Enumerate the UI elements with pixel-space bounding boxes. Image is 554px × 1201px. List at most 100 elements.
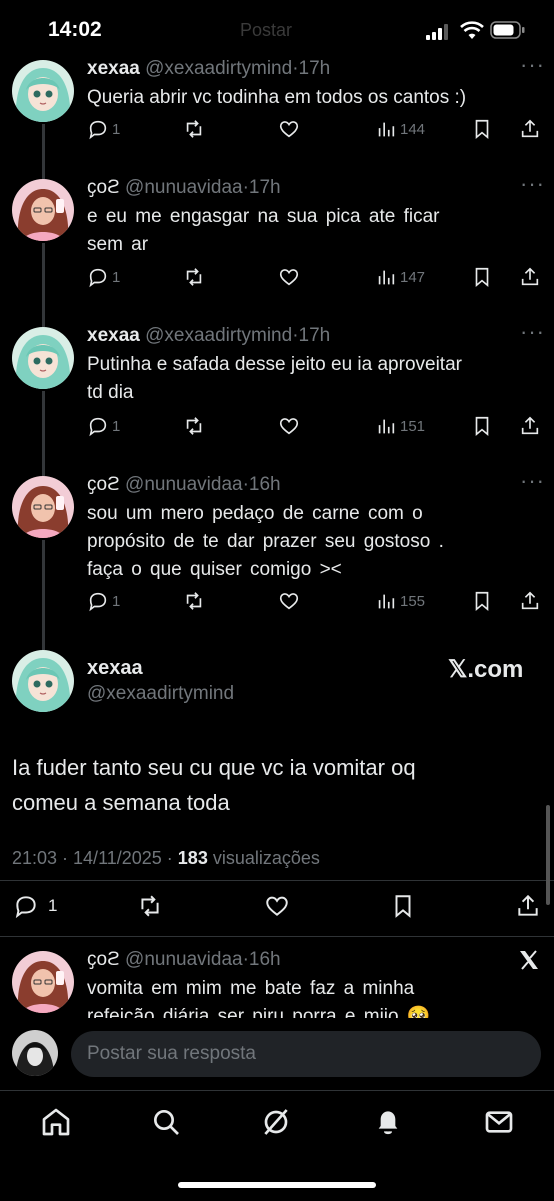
cellular-signal-icon <box>426 24 448 40</box>
avatar[interactable] <box>12 476 74 538</box>
author-name[interactable]: ҫoϩ <box>87 177 120 198</box>
tweet-header: xexaa @xexaadirtymind·17h <box>87 325 331 346</box>
share-icon[interactable] <box>515 893 541 919</box>
author-handle[interactable]: @nunuavidaa <box>125 474 243 495</box>
search-icon[interactable] <box>150 1106 182 1138</box>
more-options-icon[interactable]: ··· <box>520 319 545 345</box>
grok-icon[interactable] <box>260 1106 292 1138</box>
author-name[interactable]: xexaa <box>87 325 140 346</box>
x-brand-logo: 𝕏.com <box>448 656 524 683</box>
tweet-header: ҫoϩ @nunuavidaa·16h <box>87 949 281 970</box>
share-button[interactable] <box>519 590 541 612</box>
messages-icon[interactable] <box>483 1106 515 1138</box>
user-avatar[interactable] <box>12 1030 58 1076</box>
share-button[interactable] <box>519 415 541 437</box>
author-handle[interactable]: @nunuavidaa <box>125 177 243 198</box>
more-options-icon[interactable]: ··· <box>520 468 545 494</box>
author-name[interactable]: ҫoϩ <box>87 474 120 495</box>
more-options-icon[interactable]: ··· <box>520 171 545 197</box>
reply-button[interactable]: 1 <box>87 415 120 437</box>
bookmark-button[interactable] <box>471 118 493 140</box>
views-icon <box>378 122 395 137</box>
tweet-text: sou um mero pedaço de carne com o propós… <box>87 503 444 580</box>
author-handle[interactable]: @xexaadirtymind <box>145 325 292 346</box>
reply-icon <box>89 120 107 140</box>
reply-button[interactable]: 1 <box>87 266 120 288</box>
reply-button[interactable]: 1 <box>87 590 120 612</box>
like-button[interactable] <box>278 415 300 437</box>
x-logo-icon <box>520 950 538 970</box>
avatar[interactable] <box>12 650 74 712</box>
status-bar: 14:02 Postar <box>0 0 554 60</box>
bookmark-button[interactable] <box>471 590 493 612</box>
home-icon[interactable] <box>40 1106 72 1138</box>
views-icon <box>378 270 395 285</box>
reply-button[interactable]: 1 <box>12 893 57 919</box>
author-name[interactable]: ҫoϩ <box>87 949 120 970</box>
views-icon <box>378 419 395 434</box>
like-button[interactable] <box>278 266 300 288</box>
bookmark-icon <box>475 416 489 437</box>
bookmark-icon[interactable] <box>390 893 416 919</box>
more-options-icon[interactable]: ··· <box>520 52 545 78</box>
view-count: 183 <box>177 848 208 868</box>
like-icon <box>279 593 299 610</box>
divider <box>0 936 554 937</box>
views-button[interactable]: 155 <box>375 590 425 612</box>
author-handle[interactable]: @xexaadirtymind <box>87 683 234 705</box>
tweet-time: 17h <box>298 325 331 346</box>
bookmark-icon <box>475 267 489 288</box>
repost-button[interactable] <box>183 590 205 612</box>
author-handle[interactable]: @xexaadirtymind <box>145 58 292 79</box>
avatar[interactable] <box>12 951 74 1013</box>
tweet-actions: 1 144 <box>87 118 542 144</box>
avatar[interactable] <box>12 60 74 122</box>
reply-count: 1 <box>112 417 121 435</box>
repost-icon[interactable] <box>135 893 165 919</box>
reply-button[interactable]: 1 <box>87 118 120 140</box>
reply-placeholder: Postar sua resposta <box>87 1043 256 1064</box>
repost-button[interactable] <box>183 118 205 140</box>
author-name[interactable]: xexaa <box>87 657 143 680</box>
like-icon <box>279 269 299 286</box>
share-icon <box>521 119 539 138</box>
bookmark-icon <box>475 591 489 612</box>
views-button[interactable]: 144 <box>375 118 425 140</box>
thread-connector <box>42 391 45 476</box>
repost-icon <box>186 268 202 286</box>
battery-icon <box>490 21 525 39</box>
like-icon <box>279 418 299 435</box>
bookmark-icon <box>475 119 489 140</box>
reply-count: 1 <box>112 120 121 138</box>
bookmark-button[interactable] <box>471 266 493 288</box>
bookmark-button[interactable] <box>471 415 493 437</box>
like-button[interactable] <box>278 590 300 612</box>
views-button[interactable]: 151 <box>375 415 425 437</box>
avatar[interactable] <box>12 179 74 241</box>
view-count: 151 <box>400 417 426 435</box>
notifications-icon[interactable] <box>372 1106 404 1138</box>
like-icon[interactable] <box>262 893 292 919</box>
tweet-actions: 1 151 <box>87 415 542 441</box>
scrollbar[interactable] <box>546 805 550 905</box>
tweet-time: 17h <box>298 58 331 79</box>
share-button[interactable] <box>519 266 541 288</box>
author-name[interactable]: xexaa <box>87 58 140 79</box>
thread-connector <box>42 540 45 650</box>
repost-icon <box>186 120 202 138</box>
main-tweet-text: Ia fuder tanto seu cu que vc ia vomitar … <box>12 755 416 815</box>
avatar[interactable] <box>12 327 74 389</box>
divider <box>0 880 554 881</box>
repost-button[interactable] <box>183 415 205 437</box>
tweet-actions: 1 147 <box>87 266 542 292</box>
author-handle[interactable]: @nunuavidaa <box>125 949 243 970</box>
thread-connector <box>42 243 45 327</box>
share-button[interactable] <box>519 118 541 140</box>
tweet-text: e eu me engasgar na sua pica ate ficar s… <box>87 206 440 255</box>
repost-button[interactable] <box>183 266 205 288</box>
tweet-header: xexaa @xexaadirtymind·17h <box>87 58 331 79</box>
views-button[interactable]: 147 <box>375 266 425 288</box>
reply-icon <box>89 592 107 612</box>
like-button[interactable] <box>278 118 300 140</box>
tweet-actions: 1 155 <box>87 590 542 616</box>
